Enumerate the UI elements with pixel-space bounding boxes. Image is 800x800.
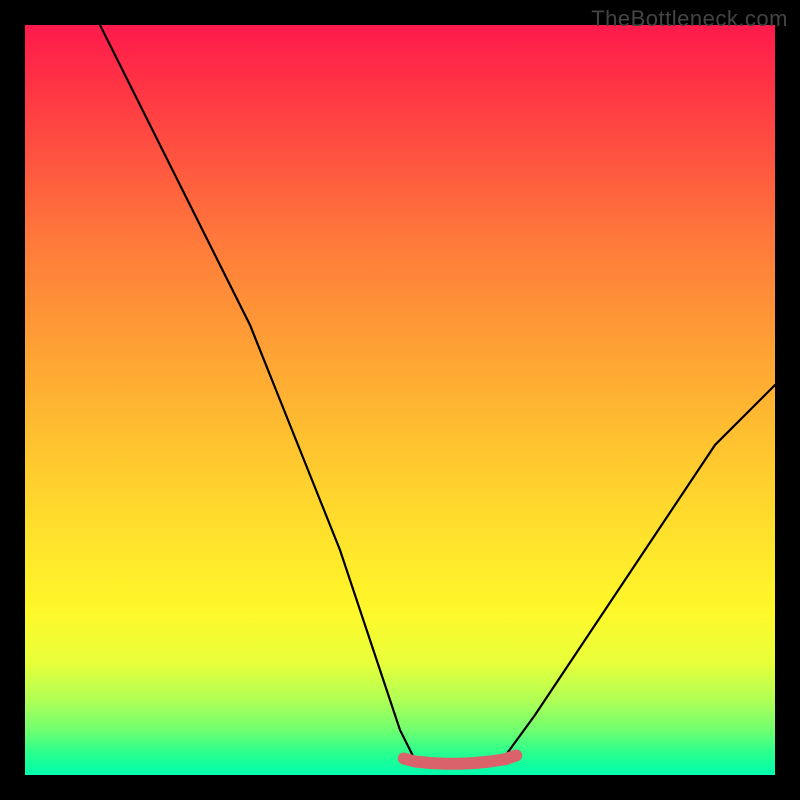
plot-inner: [25, 25, 775, 775]
watermark-text: TheBottleneck.com: [591, 6, 788, 32]
trough-highlight: [404, 756, 517, 764]
curve-overlay: [25, 25, 775, 775]
plot-area: [25, 25, 775, 775]
bottleneck-curve: [100, 25, 775, 764]
